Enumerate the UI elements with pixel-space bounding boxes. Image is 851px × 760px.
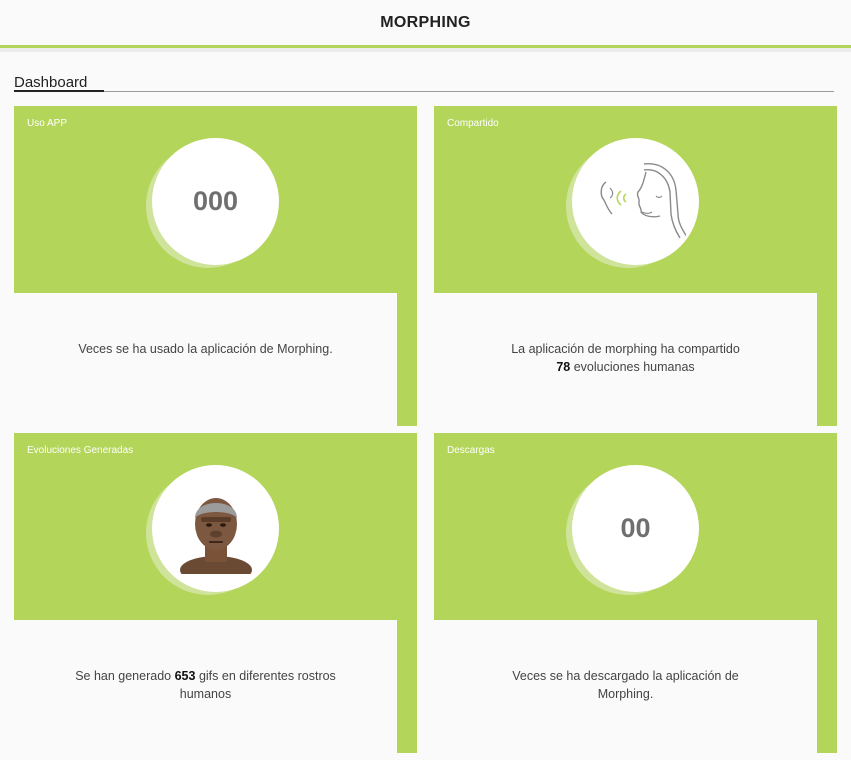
stat-circle: 00 <box>572 465 699 592</box>
card-panel: La aplicación de morphing ha compartido … <box>434 293 817 426</box>
stat-circle: 000 <box>152 138 279 265</box>
card-description: Se han generado 653 gifs en diferentes r… <box>74 667 337 703</box>
stat-value: 000 <box>192 186 239 216</box>
card-description: Veces se ha descargado la aplicación de … <box>512 669 739 701</box>
stat-circle <box>152 465 279 592</box>
card-panel: Veces se ha descargado la aplicación de … <box>434 620 817 753</box>
face-profile-icon <box>586 152 686 252</box>
card-descargas: Descargas 00 Veces se ha descargado la a… <box>434 433 837 753</box>
hominid-face-icon <box>171 484 261 574</box>
card-label: Evoluciones Generadas <box>27 445 134 456</box>
section-title: Dashboard <box>14 74 88 91</box>
card-panel: Se han generado 653 gifs en diferentes r… <box>14 620 397 753</box>
app-header: MORPHING <box>0 0 851 48</box>
card-description: Veces se ha usado la aplicación de Morph… <box>78 342 333 356</box>
stat-circle <box>572 138 699 265</box>
card-label: Descargas <box>447 445 495 456</box>
stat-value: 00 <box>620 513 651 543</box>
card-label: Uso APP <box>27 118 68 129</box>
card-description: La aplicación de morphing ha compartido … <box>494 340 757 376</box>
desc-count: 78 <box>556 360 571 374</box>
desc-count: 653 <box>174 669 196 683</box>
card-evoluciones-generadas: Evoluciones Generadas Se han generado 65… <box>14 433 417 753</box>
desc-text: La aplicación de morphing ha compartido <box>511 342 740 356</box>
desc-text: Se han generado <box>75 669 172 683</box>
card-uso-app: Uso APP 000 Veces se ha usado la aplicac… <box>14 106 417 426</box>
app-title: MORPHING <box>380 14 471 31</box>
header-shadow <box>0 48 851 52</box>
card-panel: Veces se ha usado la aplicación de Morph… <box>14 293 397 426</box>
card-compartido: Compartido La aplicación de morphing ha … <box>434 106 837 426</box>
section-underline <box>14 90 104 92</box>
section-divider <box>14 91 834 92</box>
card-label: Compartido <box>447 118 499 129</box>
desc-text: gifs en diferentes rostros humanos <box>179 669 336 701</box>
desc-text: evoluciones humanas <box>573 360 695 374</box>
